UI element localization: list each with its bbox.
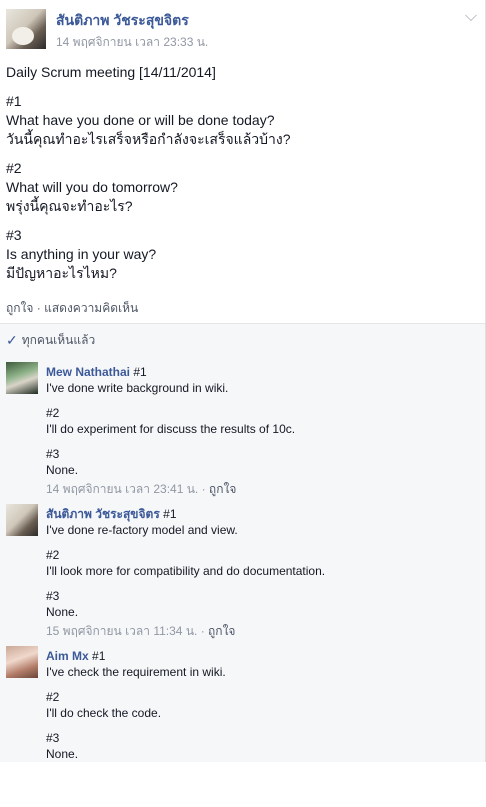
question-2-number: #2 (6, 160, 22, 176)
question-1-th: วันนี้คุณทำอะไรเสร็จหรือกำลังจะเสร็จแล้ว… (6, 131, 291, 147)
comment: Mew Nathathai #1 I've done write backgro… (0, 356, 485, 498)
question-1-en: What have you done or will be done today… (6, 112, 275, 128)
author-avatar[interactable] (6, 9, 46, 49)
comment-number: #3 (46, 731, 60, 745)
comment-number: #3 (46, 589, 60, 603)
question-2-th: พรุ่งนี้คุณจะทำอะไร? (6, 198, 133, 214)
comment-timestamp[interactable]: 14 พฤศจิกายน เวลา 23:41 น. (46, 482, 198, 496)
comment: Aim Mx #1 I've check the requirement in … (0, 640, 485, 762)
post-actions: ถูกใจ · แสดงความคิดเห็น (0, 293, 485, 323)
comment-line: I've check the requirement in wiki. (46, 665, 226, 679)
question-2-en: What will you do tomorrow? (6, 179, 178, 195)
commenter-name[interactable]: Mew Nathathai (46, 365, 130, 379)
comment-text: สันติภาพ วัชระสุขจิตร #1 I've done re-fa… (46, 502, 479, 620)
comment-link[interactable]: แสดงความคิดเห็น (44, 301, 138, 315)
comment-line: I'll do check the code. (46, 706, 162, 720)
comment-line: I'll do experiment for discuss the resul… (46, 422, 296, 436)
comment-first-number: #1 (133, 365, 147, 379)
comment-like-link[interactable]: ถูกใจ (209, 482, 236, 496)
question-3: #3 Is anything in your way? มีปัญหาอะไรไ… (6, 226, 479, 283)
question-3-en: Is anything in your way? (6, 246, 157, 262)
comment-number: #2 (46, 690, 60, 704)
like-link[interactable]: ถูกใจ (6, 301, 33, 315)
post-header: สันติภาพ วัชระสุขจิตร 14 พฤศจิกายน เวลา … (0, 0, 485, 52)
post-title: Daily Scrum meeting [14/11/2014] (6, 64, 216, 80)
seen-by-bar[interactable]: ✓ ทุกคนเห็นแล้ว (0, 323, 485, 356)
comment-timestamp[interactable]: 15 พฤศจิกายน เวลา 11:34 น. (46, 624, 197, 638)
comment-like-link[interactable]: ถูกใจ (208, 624, 235, 638)
comment-number: #2 (46, 548, 60, 562)
question-1-number: #1 (6, 93, 22, 109)
check-icon: ✓ (6, 331, 18, 348)
comment-line: None. (46, 463, 79, 477)
post-body: Daily Scrum meeting [14/11/2014] #1 What… (0, 52, 485, 283)
comments-list: Mew Nathathai #1 I've done write backgro… (0, 356, 485, 762)
commenter-avatar[interactable] (6, 646, 38, 678)
comment-meta: 15 พฤศจิกายน เวลา 11:34 น. · ถูกใจ (46, 624, 236, 638)
post: สันติภาพ วัชระสุขจิตร 14 พฤศจิกายน เวลา … (0, 0, 486, 762)
comment-meta: 14 พฤศจิกายน เวลา 23:41 น. · ถูกใจ (46, 482, 237, 496)
seen-label: ทุกคนเห็นแล้ว (21, 332, 96, 347)
comment-text: Mew Nathathai #1 I've done write backgro… (46, 360, 479, 478)
post-author[interactable]: สันติภาพ วัชระสุขจิตร (56, 10, 189, 32)
comment-line: I've done write background in wiki. (46, 381, 229, 395)
comment-first-number: #1 (92, 649, 106, 663)
commenter-name[interactable]: สันติภาพ วัชระสุขจิตร (46, 507, 160, 521)
question-3-th: มีปัญหาอะไรไหม? (6, 265, 117, 281)
commenter-avatar[interactable] (6, 362, 38, 394)
action-separator: · (33, 301, 45, 315)
comment-number: #3 (46, 447, 60, 461)
question-3-number: #3 (6, 227, 22, 243)
chevron-down-icon[interactable]: ⌵ (465, 8, 477, 26)
comment-text: Aim Mx #1 I've check the requirement in … (46, 644, 479, 762)
comment-number: #2 (46, 406, 60, 420)
commenter-avatar[interactable] (6, 504, 38, 536)
commenter-name[interactable]: Aim Mx (46, 649, 89, 663)
comment-line: I've done re-factory model and view. (46, 523, 238, 537)
question-2: #2 What will you do tomorrow? พรุ่งนี้คุ… (6, 159, 479, 216)
question-1: #1 What have you done or will be done to… (6, 92, 479, 149)
comment-first-number: #1 (163, 507, 177, 521)
comment-line: None. (46, 747, 79, 761)
comment-line: I'll look more for compatibility and do … (46, 564, 326, 578)
post-timestamp[interactable]: 14 พฤศจิกายน เวลา 23:33 น. (56, 33, 208, 52)
comment-line: None. (46, 605, 79, 619)
comment: สันติภาพ วัชระสุขจิตร #1 I've done re-fa… (0, 498, 485, 640)
